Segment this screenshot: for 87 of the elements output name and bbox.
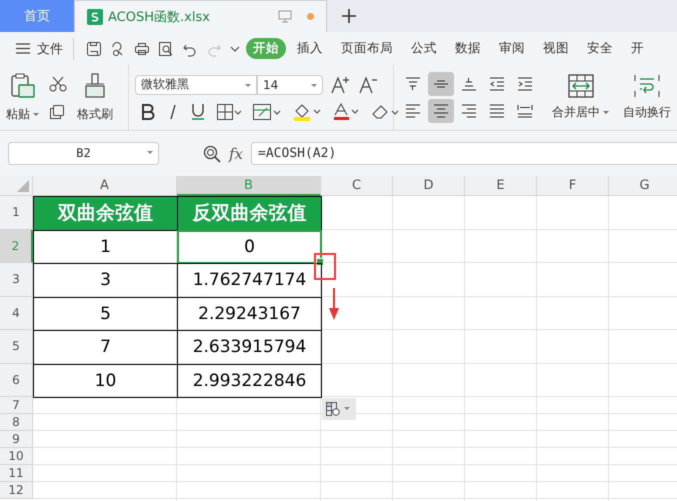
name-box[interactable]: B2 <box>8 142 159 165</box>
column-header[interactable]: D <box>393 176 465 196</box>
cut-icon[interactable] <box>49 76 67 92</box>
column-header[interactable]: G <box>609 176 677 196</box>
document-tab[interactable]: ACOSH函数.xlsx <box>74 0 327 32</box>
table-cell: 10 <box>33 364 178 398</box>
ribbon-tab[interactable]: 安全 <box>580 38 620 59</box>
row-header[interactable]: 7 <box>0 397 33 414</box>
column-header[interactable]: F <box>537 176 609 196</box>
ribbon-tab[interactable]: 视图 <box>536 38 576 59</box>
ribbon-tab[interactable]: 数据 <box>448 38 488 59</box>
ribbon-tab[interactable]: 审阅 <box>492 38 532 59</box>
column-header[interactable]: E <box>465 176 537 196</box>
ribbon-tab[interactable]: 公式 <box>404 38 444 59</box>
merge-cells-icon <box>568 74 594 98</box>
clipboard-icon <box>10 72 36 100</box>
ribbon-tab[interactable]: 插入 <box>290 38 330 59</box>
paste-options-icon <box>326 402 352 416</box>
decrease-font-icon[interactable] <box>359 74 379 94</box>
dropdown-icon[interactable] <box>230 44 240 52</box>
menu-icon <box>16 43 30 54</box>
file-menu-label: 文件 <box>37 40 63 58</box>
align-distribute-icon <box>517 104 533 118</box>
row-header[interactable]: 1 <box>0 196 33 230</box>
fill-color-icon[interactable] <box>293 102 321 120</box>
alignment-button[interactable] <box>428 99 454 123</box>
borders-icon[interactable] <box>217 104 241 120</box>
font-name-field[interactable]: 微软雅黑 <box>135 74 257 94</box>
table-cell: 0 <box>177 230 322 264</box>
row-header[interactable]: 10 <box>0 448 33 465</box>
caret-icon[interactable] <box>33 113 39 116</box>
spreadsheet-icon <box>87 8 103 24</box>
align-bottom-icon <box>461 77 477 91</box>
paste-options-button[interactable] <box>322 398 356 420</box>
save-icon[interactable] <box>86 40 102 56</box>
print-icon[interactable] <box>134 40 150 56</box>
unsaved-dot <box>307 13 314 20</box>
down-arrow-icon <box>329 288 339 320</box>
row-header[interactable]: 6 <box>0 364 33 397</box>
table-cell: 1.762747174 <box>177 263 322 298</box>
merge-center-button[interactable]: 合并居中 <box>552 74 609 121</box>
column-header[interactable]: C <box>321 176 393 196</box>
wrap-text-button[interactable]: 自动换行 <box>623 74 671 121</box>
increase-font-icon[interactable] <box>331 74 351 94</box>
row-header[interactable]: 4 <box>0 296 33 330</box>
align-indent-icon <box>517 77 533 91</box>
formula-field[interactable]: =ACOSH(A2) <box>251 142 677 165</box>
row-header[interactable]: 8 <box>0 414 33 431</box>
print-preview-icon[interactable] <box>158 40 174 56</box>
row-header[interactable]: 5 <box>0 330 33 364</box>
ribbon-tab[interactable]: 开 <box>624 38 651 59</box>
align-center-icon <box>433 104 449 118</box>
underline-icon[interactable] <box>191 103 205 120</box>
paintbrush-icon <box>83 72 107 100</box>
ribbon-tab[interactable]: 页面布局 <box>334 38 400 59</box>
row-header[interactable]: 12 <box>0 482 33 499</box>
caret-icon[interactable] <box>603 111 609 114</box>
monitor-icon[interactable] <box>278 10 292 23</box>
font-size-field[interactable]: 14 <box>257 74 323 94</box>
align-outdent-icon <box>489 77 505 91</box>
copy-icon[interactable] <box>49 104 65 120</box>
column-header[interactable]: A <box>33 176 177 196</box>
wrap-text-icon <box>634 74 660 98</box>
header-cell: 反双曲余弦值 <box>177 196 322 230</box>
align-right-icon <box>461 104 477 118</box>
merge-center-label: 合并居中 <box>552 104 600 121</box>
highlight-box <box>314 253 336 280</box>
table-cell: 2.993222846 <box>177 364 322 398</box>
row-header[interactable]: 9 <box>0 431 33 448</box>
alignment-button[interactable] <box>428 72 454 96</box>
row-header[interactable]: 3 <box>0 263 33 296</box>
header-cell: 双曲余弦值 <box>33 196 178 230</box>
conditional-format-icon[interactable] <box>253 104 281 120</box>
zoom-icon[interactable] <box>203 144 221 162</box>
paste-label: 粘贴 <box>6 106 30 123</box>
align-justify-icon <box>489 104 505 118</box>
paste-button[interactable]: 粘贴 <box>6 72 39 123</box>
bold-icon[interactable] <box>141 104 155 120</box>
align-left-icon <box>405 104 421 118</box>
row-header[interactable]: 11 <box>0 465 33 482</box>
function-button[interactable]: fx <box>229 144 244 162</box>
align-top-icon <box>405 77 421 91</box>
font-color-icon[interactable] <box>333 102 359 120</box>
file-menu[interactable]: 文件 <box>0 40 73 58</box>
eraser-icon[interactable] <box>371 104 399 120</box>
new-tab-icon[interactable] <box>342 9 356 23</box>
format-painter-button[interactable]: 格式刷 <box>77 72 113 123</box>
